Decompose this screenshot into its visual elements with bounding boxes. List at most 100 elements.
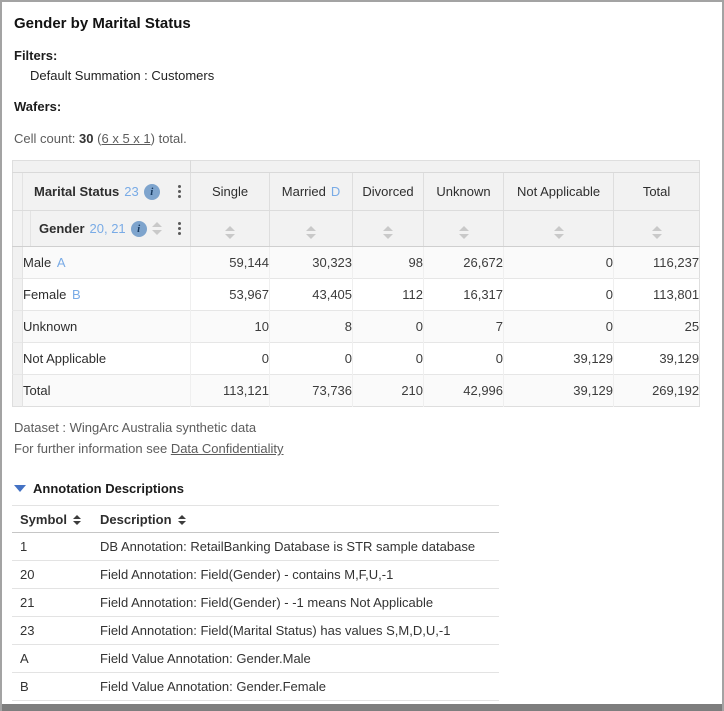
- annotation-ref: B: [72, 287, 81, 302]
- annotation-symbol: 20: [12, 561, 92, 589]
- column-header-not-applicable: Not Applicable: [504, 173, 614, 211]
- annotation-symbol: B: [12, 673, 92, 701]
- table-row-not-applicable: Not Applicable 0 0 0 0 39,129 39,129: [13, 343, 700, 375]
- cell-count-line: Cell count: 30 (6 x 5 x 1) total.: [14, 131, 722, 146]
- cell-value: 25: [614, 311, 700, 343]
- cell-value: 10: [191, 311, 270, 343]
- cell-value: 73,736: [270, 375, 353, 407]
- cell-count-link[interactable]: 6 x 5 x 1: [101, 131, 150, 146]
- cell-count-suffix: total.: [159, 131, 187, 146]
- table-row-male: Male A 59,144 30,323 98 26,672 0 116,237: [13, 247, 700, 279]
- cell-value: 0: [504, 279, 614, 311]
- sort-icon[interactable]: [554, 226, 564, 239]
- row-label: Unknown: [23, 319, 77, 334]
- crosstab-table: Marital Status 23 i Single MarriedD Divo…: [12, 160, 700, 407]
- cell-value: 7: [424, 311, 504, 343]
- annotation-ref: D: [331, 184, 340, 199]
- confidentiality-prefix: For further information see: [14, 441, 167, 456]
- sort-icon[interactable]: [306, 226, 316, 239]
- annotation-row: B Field Value Annotation: Gender.Female: [12, 673, 499, 701]
- annotation-ref: A: [57, 255, 66, 270]
- sort-icon[interactable]: [225, 226, 235, 239]
- column-header-total: Total: [614, 173, 700, 211]
- sort-icon[interactable]: [459, 226, 469, 239]
- info-icon[interactable]: i: [131, 221, 147, 237]
- wafers-label: Wafers:: [14, 99, 722, 114]
- annotation-symbol: A: [12, 645, 92, 673]
- sort-cell-total: [614, 211, 700, 247]
- column-dimension-cell: Marital Status 23 i: [23, 183, 190, 200]
- annotation-ref: 23: [124, 184, 138, 199]
- page-title: Gender by Marital Status: [14, 15, 722, 32]
- cell-value: 0: [270, 343, 353, 375]
- cell-value: 39,129: [504, 375, 614, 407]
- sort-cell-not-applicable: [504, 211, 614, 247]
- annotation-description: DB Annotation: RetailBanking Database is…: [92, 533, 499, 561]
- column-dimension-label: Marital Status: [34, 184, 119, 199]
- cell-value: 116,237: [614, 247, 700, 279]
- cell-value: 39,129: [504, 343, 614, 375]
- table-row-unknown: Unknown 10 8 0 7 0 25: [13, 311, 700, 343]
- annotation-row: 21 Field Annotation: Field(Gender) - -1 …: [12, 589, 499, 617]
- annotation-description: Field Annotation: Field(Marital Status) …: [92, 617, 499, 645]
- sort-cell-married: [270, 211, 353, 247]
- cell-value: 0: [504, 311, 614, 343]
- sort-cell-unknown: [424, 211, 504, 247]
- row-label: Female: [23, 287, 66, 302]
- cell-count-value: 30: [79, 131, 93, 146]
- dataset-line: Dataset : WingArc Australia synthetic da…: [14, 420, 256, 435]
- cell-value: 30,323: [270, 247, 353, 279]
- row-gutter: [13, 211, 23, 247]
- cell-value: 0: [424, 343, 504, 375]
- row-label: Not Applicable: [23, 351, 106, 366]
- annotation-description: Field Value Annotation: Gender.Male: [92, 645, 499, 673]
- cell-value: 8: [270, 311, 353, 343]
- cell-value: 98: [353, 247, 424, 279]
- annotation-row: 20 Field Annotation: Field(Gender) - con…: [12, 561, 499, 589]
- sort-icon[interactable]: [652, 226, 662, 239]
- cell-value: 0: [353, 343, 424, 375]
- description-column-header[interactable]: Description: [92, 506, 499, 533]
- dataset-info: Dataset : WingArc Australia synthetic da…: [14, 417, 722, 459]
- row-dimension-row: Gender 20, 21 i: [13, 211, 700, 247]
- row-dimension-cell: Gender 20, 21 i: [31, 220, 190, 237]
- table-row-female: Female B 53,967 43,405 112 16,317 0 113,…: [13, 279, 700, 311]
- symbol-column-header[interactable]: Symbol: [12, 506, 92, 533]
- kebab-menu-icon[interactable]: [175, 220, 184, 237]
- collapse-triangle-icon: [14, 485, 26, 492]
- sort-icon[interactable]: [73, 515, 81, 525]
- cell-value: 39,129: [614, 343, 700, 375]
- annotation-descriptions-title: Annotation Descriptions: [33, 481, 184, 496]
- cell-value: 43,405: [270, 279, 353, 311]
- window-bottom-edge: [2, 704, 722, 711]
- annotation-description: Field Annotation: Field(Gender) - -1 mea…: [92, 589, 499, 617]
- kebab-menu-icon[interactable]: [175, 183, 184, 200]
- data-confidentiality-link[interactable]: Data Confidentiality: [171, 441, 284, 456]
- cell-count-prefix: Cell count:: [14, 131, 75, 146]
- row-label: Total: [23, 383, 50, 398]
- info-icon[interactable]: i: [144, 184, 160, 200]
- sort-cell-divorced: [353, 211, 424, 247]
- cell-value: 112: [353, 279, 424, 311]
- cell-value: 26,672: [424, 247, 504, 279]
- cell-value: 269,192: [614, 375, 700, 407]
- column-dimension-row: Marital Status 23 i Single MarriedD Divo…: [13, 173, 700, 211]
- table-row-total: Total 113,121 73,736 210 42,996 39,129 2…: [13, 375, 700, 407]
- sort-icon[interactable]: [178, 515, 186, 525]
- annotation-symbol: 1: [12, 533, 92, 561]
- cell-value: 0: [353, 311, 424, 343]
- filters-label: Filters:: [14, 48, 722, 63]
- sort-icon[interactable]: [383, 226, 393, 239]
- sort-icon[interactable]: [152, 222, 162, 235]
- annotation-row: A Field Value Annotation: Gender.Male: [12, 645, 499, 673]
- cell-value: 53,967: [191, 279, 270, 311]
- annotation-descriptions-toggle[interactable]: Annotation Descriptions: [14, 481, 722, 496]
- sort-cell-single: [191, 211, 270, 247]
- annotation-row: 1 DB Annotation: RetailBanking Database …: [12, 533, 499, 561]
- annotations-header-row: Symbol Description: [12, 506, 499, 533]
- column-header-divorced: Divorced: [353, 173, 424, 211]
- column-header-married: MarriedD: [270, 173, 353, 211]
- column-header-single: Single: [191, 173, 270, 211]
- row-dimension-label: Gender: [39, 221, 85, 236]
- cell-value: 16,317: [424, 279, 504, 311]
